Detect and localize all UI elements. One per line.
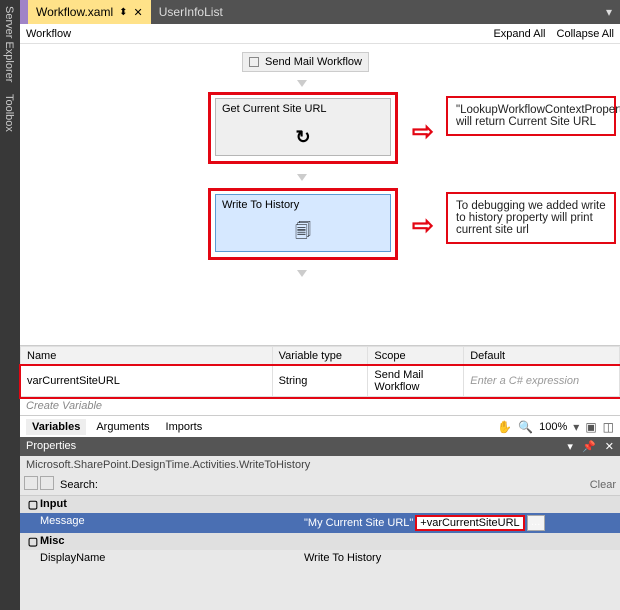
designer-bottom-bar: Variables Arguments Imports ✋ 🔍 100% ▾ ▣… (20, 415, 620, 437)
prop-value-part2: +varCurrentSiteURL (417, 517, 522, 529)
prop-name: Message (34, 513, 298, 533)
pan-icon[interactable]: ✋ (497, 420, 512, 434)
create-variable-link[interactable]: Create Variable (20, 397, 620, 415)
tab-label: Workflow.xaml (36, 5, 113, 19)
fit-screen-icon[interactable]: ▣ (585, 420, 596, 434)
document-tabs: Workflow.xaml ⬍ ✕ UserInfoList ▾ (20, 0, 620, 24)
highlight-box (208, 188, 398, 260)
property-row-displayname[interactable]: DisplayName Write To History (20, 550, 620, 566)
tab-variables[interactable]: Variables (26, 419, 86, 435)
tab-overflow-button[interactable]: ▾ (598, 0, 620, 24)
breadcrumb-bar: Workflow Expand All Collapse All (20, 24, 620, 44)
annotation-box: "LookupWorkflowContextProperty" will ret… (446, 96, 616, 136)
annotation-box: To debugging we added write to history p… (446, 192, 616, 244)
var-type-cell[interactable]: String (272, 366, 368, 397)
tab-label: UserInfoList (159, 5, 223, 19)
tab-userinfolist[interactable]: UserInfoList (151, 0, 231, 24)
category-misc: Misc (40, 535, 64, 548)
pin-icon[interactable]: ⬍ (119, 7, 127, 18)
server-explorer-tab[interactable]: Server Explorer (0, 0, 18, 88)
property-search-input[interactable] (102, 477, 586, 493)
close-icon[interactable]: ✕ (605, 441, 614, 453)
annotation-arrow-icon: ⇨ (412, 210, 434, 241)
window-options-icon[interactable]: ▾ (567, 441, 573, 453)
col-name[interactable]: Name (21, 347, 273, 366)
col-default[interactable]: Default (464, 347, 620, 366)
variables-header-row: Name Variable type Scope Default (21, 347, 620, 366)
workflow-designer: Workflow Expand All Collapse All Send Ma… (20, 24, 620, 346)
breadcrumb[interactable]: Workflow (26, 28, 71, 40)
category-input: Input (40, 498, 67, 511)
zoom-icon[interactable]: 🔍 (518, 420, 533, 434)
collapse-icon[interactable]: ▢ (26, 535, 40, 548)
connector-arrow-icon (297, 270, 307, 277)
sequence-header[interactable]: Send Mail Workflow (242, 52, 369, 72)
connector-arrow-icon (297, 80, 307, 87)
connector-arrow-icon (297, 174, 307, 181)
properties-panel: Properties ▾ 📌 ✕ Microsoft.SharePoint.De… (20, 437, 620, 610)
prop-value[interactable]: Write To History (298, 550, 620, 566)
zoom-dropdown-icon[interactable]: ▾ (573, 420, 579, 434)
panel-title: Properties (26, 440, 76, 453)
col-scope[interactable]: Scope (368, 347, 464, 366)
variable-row[interactable]: varCurrentSiteURL String Send Mail Workf… (21, 366, 620, 397)
expand-all-link[interactable]: Expand All (493, 28, 545, 40)
expression-editor-button[interactable]: … (527, 515, 545, 531)
active-tab-indicator (20, 0, 28, 24)
collapse-all-link[interactable]: Collapse All (557, 28, 614, 40)
prop-value-part1: "My Current Site URL" (304, 517, 413, 529)
property-grid: ▢Input Message "My Current Site URL" +va… (20, 496, 620, 566)
overview-icon[interactable]: ◫ (603, 420, 614, 434)
selected-type-label: Microsoft.SharePoint.DesignTime.Activiti… (20, 456, 620, 474)
tab-imports[interactable]: Imports (160, 419, 209, 435)
sequence-icon (249, 57, 259, 67)
annotation-arrow-icon: ⇨ (412, 116, 434, 147)
sequence-title: Send Mail Workflow (265, 56, 362, 68)
side-tool-tabs: Server Explorer Toolbox (0, 0, 20, 610)
zoom-level[interactable]: 100% (539, 421, 567, 433)
var-scope-cell[interactable]: Send Mail Workflow (368, 366, 464, 397)
sort-buttons[interactable] (24, 476, 56, 493)
tab-workflow-xaml[interactable]: Workflow.xaml ⬍ ✕ (28, 0, 151, 24)
var-default-cell[interactable]: Enter a C# expression (464, 366, 620, 397)
toolbox-tab[interactable]: Toolbox (0, 88, 18, 138)
workflow-canvas[interactable]: Send Mail Workflow Get Current Site URL … (20, 44, 620, 344)
close-icon[interactable]: ✕ (134, 6, 143, 19)
search-label: Search: (60, 479, 98, 491)
variables-panel: Name Variable type Scope Default varCurr… (20, 346, 620, 415)
tab-arguments[interactable]: Arguments (90, 419, 155, 435)
property-row-message[interactable]: Message "My Current Site URL" +varCurren… (20, 513, 620, 533)
highlight-box (208, 92, 398, 164)
var-name-cell[interactable]: varCurrentSiteURL (21, 366, 273, 397)
collapse-icon[interactable]: ▢ (26, 498, 40, 511)
pin-icon[interactable]: 📌 (582, 441, 596, 453)
clear-search-link[interactable]: Clear (590, 479, 616, 491)
prop-name: DisplayName (34, 550, 298, 566)
col-type[interactable]: Variable type (272, 347, 368, 366)
